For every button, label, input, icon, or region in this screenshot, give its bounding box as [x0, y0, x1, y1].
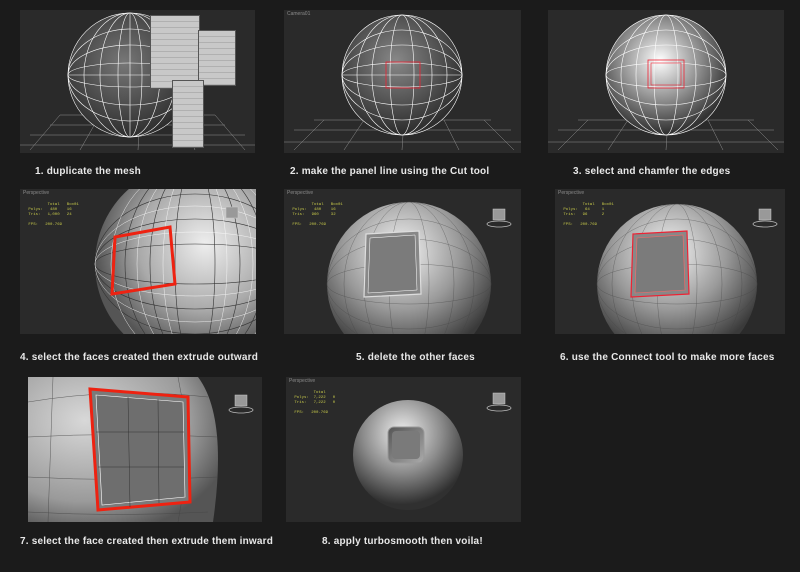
viewport-step-6: Perspective Total Box01 Polys: 64 1 Tris…	[555, 189, 785, 334]
viewport-step-8: Perspective Total Polys: 7,222 0 Tris: 7…	[286, 377, 521, 522]
sphere-wireframe-render	[548, 14, 784, 151]
step-caption: 1. duplicate the mesh	[35, 166, 141, 177]
viewport-step-2: Camera01	[284, 10, 521, 153]
viewcube-icon[interactable]	[225, 206, 239, 219]
step-caption: 6. use the Connect tool to make more fac…	[560, 352, 775, 363]
sphere-wireframe-render	[284, 14, 521, 151]
viewcube-icon[interactable]	[752, 208, 778, 228]
step-caption: 4. select the faces created then extrude…	[20, 352, 259, 363]
viewport-step-1	[20, 10, 255, 153]
step-caption: 8. apply turbosmooth then voila!	[322, 536, 483, 547]
sphere-closeup-render	[28, 377, 254, 522]
sphere-shaded-render	[326, 201, 512, 334]
viewport-step-5: Perspective Total Box01 Polys: 480 16 Tr…	[284, 189, 521, 334]
quad-menu[interactable]	[150, 15, 200, 89]
viewcube-icon[interactable]	[228, 394, 254, 414]
viewport-step-3	[548, 10, 784, 153]
sphere-smoothed-render	[353, 392, 512, 510]
sphere-shaded-render	[596, 203, 778, 334]
sphere-wireframe-render	[94, 189, 256, 334]
quad-menu-right[interactable]	[198, 30, 236, 86]
viewport-step-4: Perspective Total Box01 Polys: 480 16 Tr…	[20, 189, 256, 334]
step-caption: 3. select and chamfer the edges	[573, 166, 731, 177]
viewcube-icon[interactable]	[486, 208, 512, 228]
step-caption: 7. select the face created then extrude …	[20, 536, 274, 547]
viewport-step-7	[28, 377, 262, 522]
step-caption: 2. make the panel line using the Cut too…	[290, 166, 490, 177]
quad-menu-lower[interactable]	[172, 80, 204, 148]
step-caption: 5. delete the other faces	[356, 352, 475, 363]
viewcube-icon[interactable]	[486, 392, 512, 412]
